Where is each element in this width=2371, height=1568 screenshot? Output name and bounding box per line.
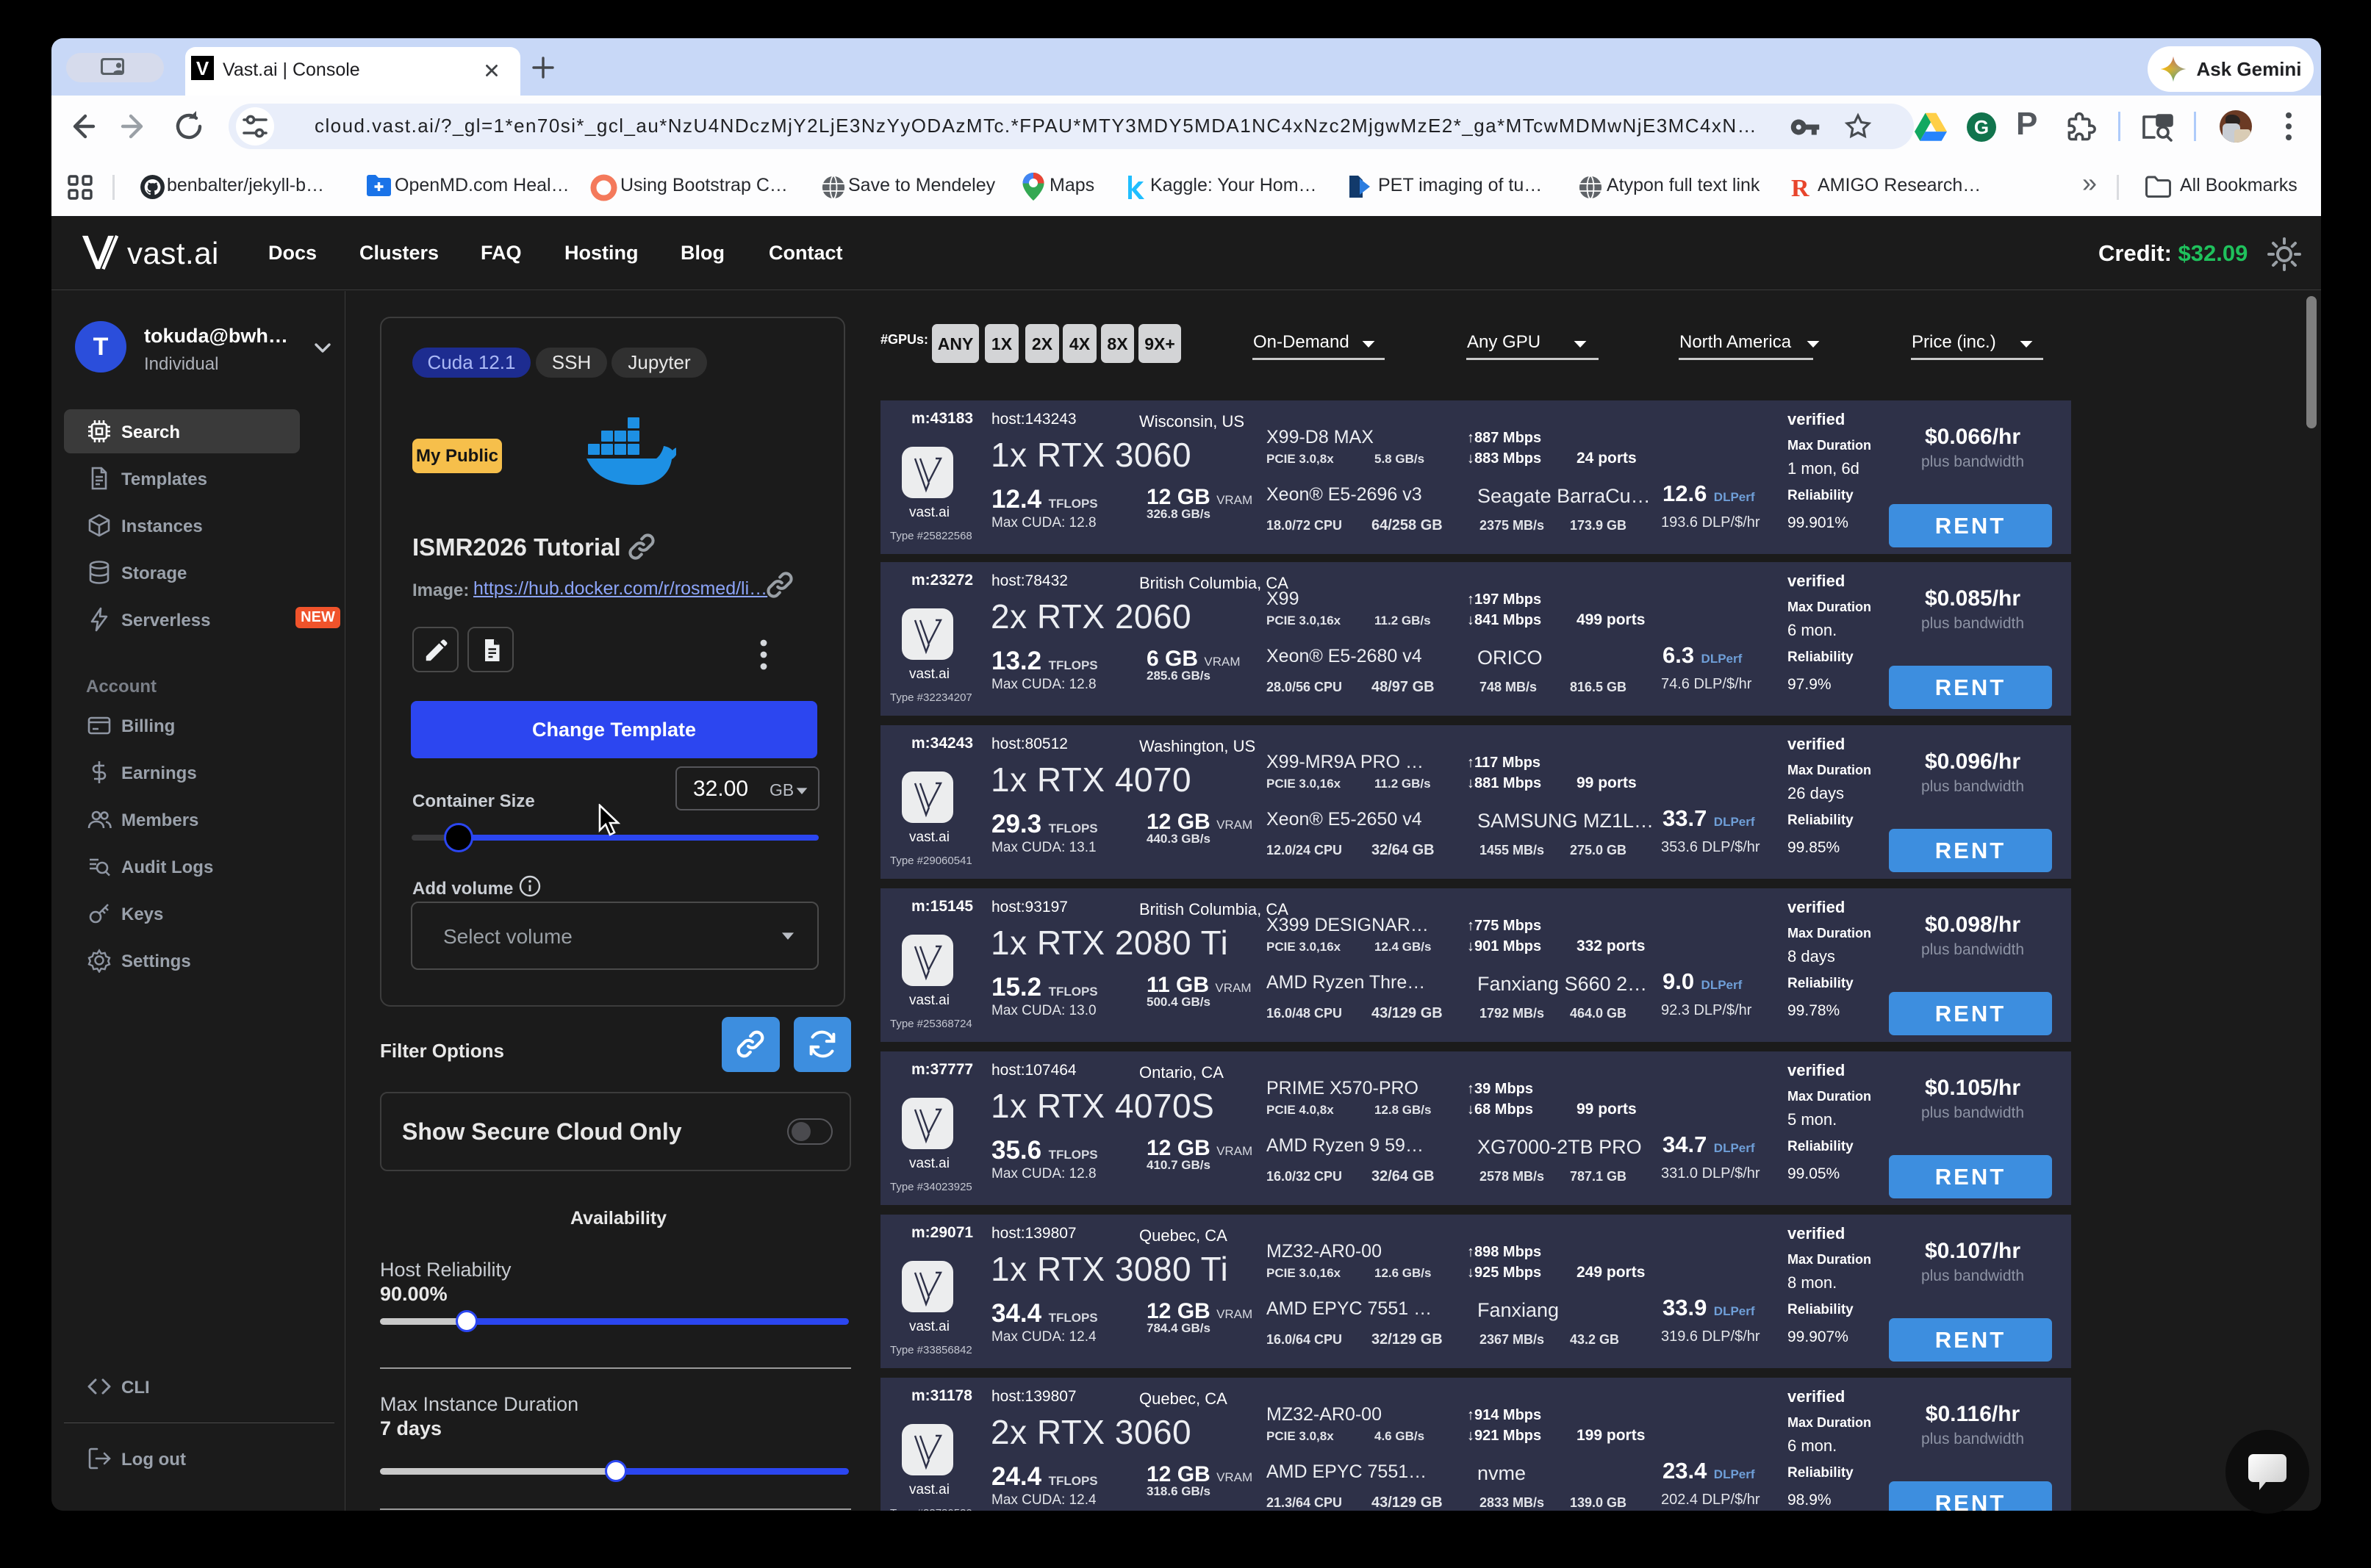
svg-text:G: G	[1974, 116, 1989, 138]
svg-text:R: R	[1791, 175, 1809, 201]
